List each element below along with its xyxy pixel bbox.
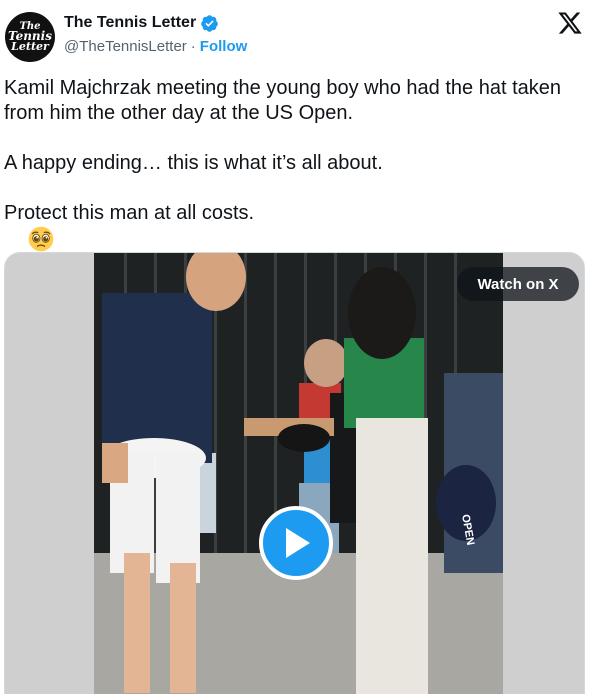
follow-button[interactable]: Follow xyxy=(200,38,248,55)
avatar-line-3: Letter xyxy=(11,39,49,53)
tweet-text: Kamil Majchrzak meeting the young boy wh… xyxy=(4,76,589,279)
separator-dot: · xyxy=(190,38,196,55)
handle-row: @TheTennisLetter · Follow xyxy=(64,38,247,55)
play-icon xyxy=(286,528,310,558)
verified-badge-icon xyxy=(201,14,218,32)
media-container[interactable]: OPEN Watch on X xyxy=(4,252,585,694)
tweet-header: The Tennis Letter The Tennis Letter @The… xyxy=(0,0,595,66)
video-scene: OPEN xyxy=(94,253,503,694)
display-name[interactable]: The Tennis Letter xyxy=(64,14,196,32)
handle[interactable]: @TheTennisLetter xyxy=(64,38,187,55)
tweet-paragraph-2: A happy ending… this is what it’s all ab… xyxy=(4,152,383,174)
play-button[interactable] xyxy=(259,506,333,580)
x-logo-icon[interactable] xyxy=(556,10,584,36)
tweet-paragraph-3-text: Protect this man at all costs. xyxy=(4,202,255,224)
video-frame[interactable]: OPEN xyxy=(94,253,503,694)
watch-on-x-button[interactable]: Watch on X xyxy=(457,267,579,301)
pleading-face-emoji-icon xyxy=(28,226,54,252)
name-row: The Tennis Letter xyxy=(64,12,219,34)
avatar[interactable]: The Tennis Letter xyxy=(5,12,55,62)
media-blurred-left xyxy=(5,253,94,694)
media-blurred-right xyxy=(501,253,584,694)
tweet-paragraph-1: Kamil Majchrzak meeting the young boy wh… xyxy=(4,77,567,124)
